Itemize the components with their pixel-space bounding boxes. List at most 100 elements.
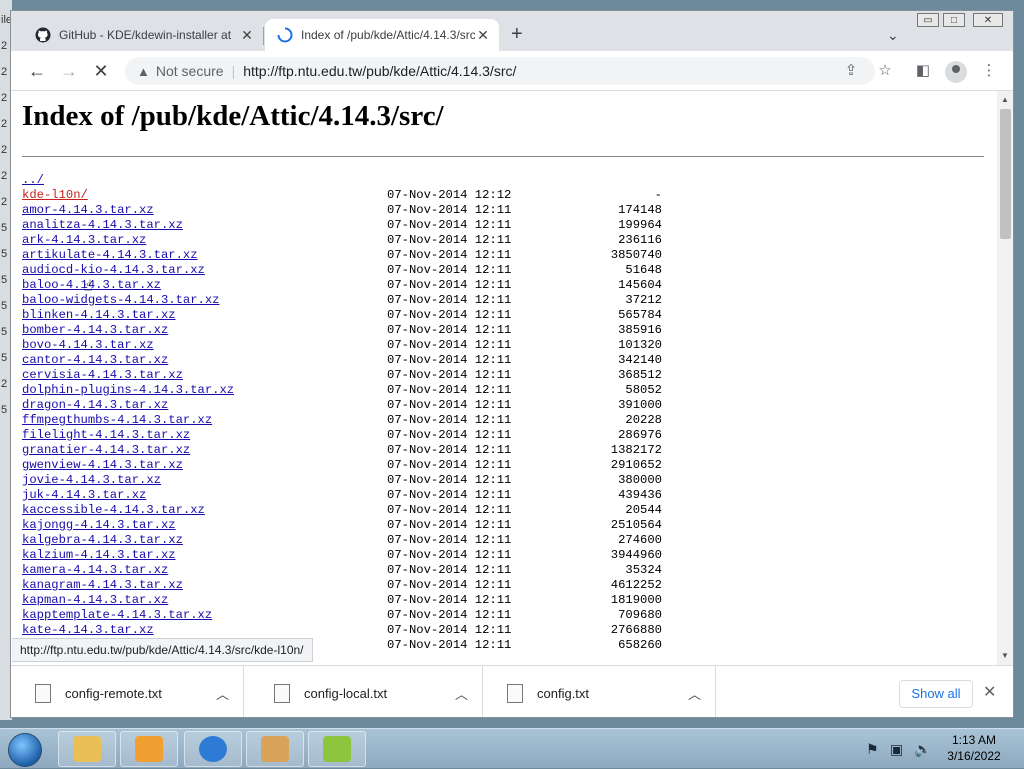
divider	[22, 156, 984, 157]
side-panel-icon[interactable]: ◧	[913, 61, 933, 79]
file-date: 07-Nov-2014 12:11	[387, 428, 512, 442]
chevron-up-icon[interactable]: ︿	[455, 684, 468, 703]
table-row: kalzium-4.14.3.tar.xz 07-Nov-2014 12:11 39…	[22, 548, 662, 563]
file-date: 07-Nov-2014 12:11	[387, 203, 512, 217]
file-size: -	[654, 188, 662, 202]
file-link[interactable]: bomber-4.14.3.tar.xz	[22, 323, 168, 337]
file-link[interactable]: kaccessible-4.14.3.tar.xz	[22, 503, 205, 517]
tab-search-chevron-icon[interactable]: ⌄	[887, 27, 899, 44]
file-size: 342140	[618, 353, 662, 367]
table-row: kapptemplate-4.14.3.tar.xz 07-Nov-2014 12…	[22, 608, 662, 623]
scroll-down-icon[interactable]: ▼	[1001, 651, 1009, 660]
file-size: 35324	[625, 563, 662, 577]
taskbar-paint[interactable]	[246, 731, 304, 767]
tab-github[interactable]: GitHub - KDE/kdewin-installer at ✕	[23, 19, 263, 51]
security-label[interactable]: Not secure	[156, 63, 224, 79]
bookmark-star-icon[interactable]: ☆	[875, 61, 895, 79]
file-size: 3944960	[610, 548, 662, 562]
maximize-button[interactable]: □	[943, 13, 965, 27]
address-bar[interactable]: ▲ Not secure | http://ftp.ntu.edu.tw/pub…	[125, 57, 875, 85]
file-size: 174148	[618, 203, 662, 217]
file-link[interactable]: kalzium-4.14.3.tar.xz	[22, 548, 176, 562]
taskbar-explorer[interactable]	[58, 731, 116, 767]
file-link[interactable]: analitza-4.14.3.tar.xz	[22, 218, 183, 232]
file-size: 709680	[618, 608, 662, 622]
forward-button[interactable]: →	[57, 59, 81, 83]
file-link[interactable]: granatier-4.14.3.tar.xz	[22, 443, 190, 457]
warning-icon[interactable]: ▲	[137, 64, 150, 79]
page-scrollbar[interactable]: ▲ ▼	[997, 91, 1013, 665]
file-link[interactable]: filelight-4.14.3.tar.xz	[22, 428, 190, 442]
tab-title: Index of /pub/kde/Attic/4.14.3/src	[301, 28, 475, 42]
chevron-up-icon[interactable]: ︿	[688, 684, 701, 703]
chevron-up-icon[interactable]: ︿	[216, 684, 229, 703]
network-icon[interactable]: ▣	[890, 741, 903, 758]
file-link[interactable]: ../	[22, 173, 44, 187]
file-size: 58052	[625, 383, 662, 397]
taskbar-chrome[interactable]	[184, 731, 242, 767]
window-close-button[interactable]: ✕	[973, 13, 1003, 27]
table-row: dolphin-plugins-4.14.3.tar.xz 07-Nov-2014…	[22, 383, 662, 398]
file-link[interactable]: audiocd-kio-4.14.3.tar.xz	[22, 263, 205, 277]
file-link[interactable]: amor-4.14.3.tar.xz	[22, 203, 154, 217]
share-icon[interactable]: ⇪	[841, 61, 861, 79]
file-link[interactable]: kajongg-4.14.3.tar.xz	[22, 518, 176, 532]
file-link[interactable]: kde-l10n/	[22, 188, 88, 202]
file-link[interactable]: kalgebra-4.14.3.tar.xz	[22, 533, 183, 547]
close-icon[interactable]: ✕	[983, 682, 996, 702]
file-link[interactable]: dragon-4.14.3.tar.xz	[22, 398, 168, 412]
table-row: ark-4.14.3.tar.xz 07-Nov-2014 12:11 236116	[22, 233, 662, 248]
file-link[interactable]: baloo-widgets-4.14.3.tar.xz	[22, 293, 219, 307]
stop-loading-button[interactable]: ✕	[89, 59, 113, 83]
more-menu-icon[interactable]: ⋮	[979, 61, 999, 79]
table-row: jovie-4.14.3.tar.xz 07-Nov-2014 12:11 3800…	[22, 473, 662, 488]
table-row: juk-4.14.3.tar.xz 07-Nov-2014 12:11 439436	[22, 488, 662, 503]
file-link[interactable]: bovo-4.14.3.tar.xz	[22, 338, 154, 352]
action-center-flag-icon[interactable]: ⚑	[866, 741, 879, 758]
file-link[interactable]: gwenview-4.14.3.tar.xz	[22, 458, 183, 472]
file-link[interactable]: kate-4.14.3.tar.xz	[22, 623, 154, 637]
tab-index-of-src[interactable]: Index of /pub/kde/Attic/4.14.3/src ✕	[265, 19, 499, 51]
file-date: 07-Nov-2014 12:11	[387, 458, 512, 472]
file-link[interactable]: cervisia-4.14.3.tar.xz	[22, 368, 183, 382]
start-button[interactable]	[2, 729, 46, 769]
paint-palette-icon	[261, 736, 289, 762]
file-date: 07-Nov-2014 12:11	[387, 638, 512, 652]
new-tab-button[interactable]: +	[511, 24, 523, 44]
volume-icon[interactable]: 🔈	[914, 741, 931, 758]
file-link[interactable]: kapptemplate-4.14.3.tar.xz	[22, 608, 212, 622]
file-link[interactable]: artikulate-4.14.3.tar.xz	[22, 248, 198, 262]
show-all-button[interactable]: Show all	[899, 680, 973, 708]
file-link[interactable]: juk-4.14.3.tar.xz	[22, 488, 146, 502]
download-item[interactable]: config.txt ︿	[483, 666, 716, 717]
file-listing: ../kde-l10n/07-Nov-2014 12:12- amor-4.14.…	[22, 173, 662, 653]
file-link[interactable]: ffmpegthumbs-4.14.3.tar.xz	[22, 413, 212, 427]
file-link[interactable]: ark-4.14.3.tar.xz	[22, 233, 146, 247]
download-item[interactable]: config-local.txt ︿	[250, 666, 483, 717]
download-item[interactable]: config-remote.txt ︿	[11, 666, 244, 717]
file-size: 20544	[625, 503, 662, 517]
minimize-button[interactable]: ▭	[917, 13, 939, 27]
close-icon[interactable]: ✕	[475, 27, 491, 44]
file-link[interactable]: kamera-4.14.3.tar.xz	[22, 563, 168, 577]
table-row: audiocd-kio-4.14.3.tar.xz 07-Nov-2014 12:…	[22, 263, 662, 278]
taskbar-media-player[interactable]	[120, 731, 178, 767]
file-link[interactable]: kanagram-4.14.3.tar.xz	[22, 578, 183, 592]
scroll-up-icon[interactable]: ▲	[1001, 95, 1009, 104]
close-icon[interactable]: ✕	[239, 27, 255, 44]
file-link[interactable]: jovie-4.14.3.tar.xz	[22, 473, 161, 487]
file-link[interactable]: blinken-4.14.3.tar.xz	[22, 308, 176, 322]
url-text[interactable]: http://ftp.ntu.edu.tw/pub/kde/Attic/4.14…	[243, 63, 516, 79]
file-link[interactable]: dolphin-plugins-4.14.3.tar.xz	[22, 383, 234, 397]
system-clock[interactable]: 1:13 AM 3/16/2022	[936, 732, 1012, 764]
back-button[interactable]: ←	[25, 59, 49, 83]
table-row: kajongg-4.14.3.tar.xz 07-Nov-2014 12:11 25…	[22, 518, 662, 533]
taskbar-notepad-plus[interactable]	[308, 731, 366, 767]
profile-avatar[interactable]	[945, 61, 967, 83]
download-name: config.txt	[537, 685, 590, 701]
file-date: 07-Nov-2014 12:11	[387, 608, 512, 622]
file-link[interactable]: cantor-4.14.3.tar.xz	[22, 353, 168, 367]
file-link[interactable]: kapman-4.14.3.tar.xz	[22, 593, 168, 607]
scrollbar-thumb[interactable]	[1000, 109, 1011, 239]
table-row: dragon-4.14.3.tar.xz 07-Nov-2014 12:11 391…	[22, 398, 662, 413]
